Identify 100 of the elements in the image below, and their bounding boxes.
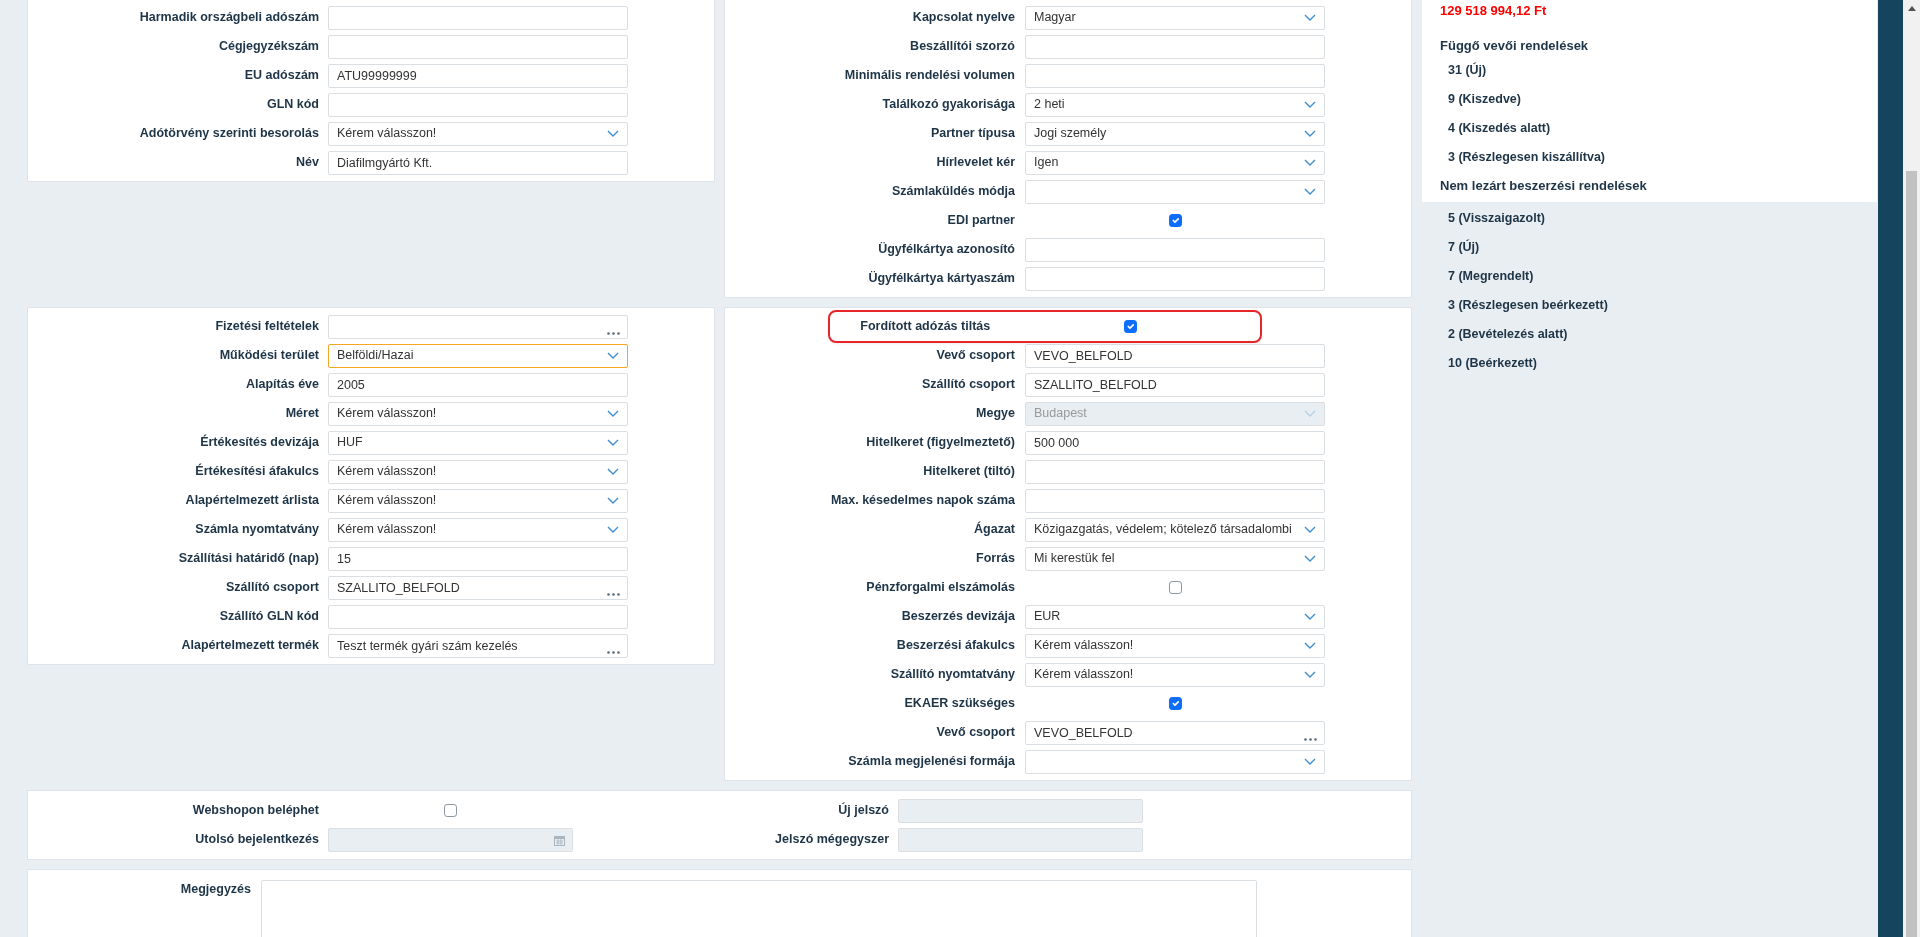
order-count-link[interactable]: 4 (Kiszedés alatt)	[1440, 116, 1877, 145]
field-label: Fordított adózás tiltás	[859, 318, 992, 336]
select-field[interactable]: Kérem válasszon!	[328, 517, 628, 542]
text-field[interactable]	[1025, 459, 1325, 484]
chevron-icon	[607, 130, 619, 137]
text-field[interactable]: Diafilmgyártó Kft.	[328, 150, 628, 175]
text-field[interactable]: ATU99999999	[328, 63, 628, 88]
order-count-link[interactable]: 10 (Beérkezett)	[1440, 351, 1878, 380]
balance-amount: 129 518 994,12 Ft	[1440, 2, 1548, 20]
select-field[interactable]: Jogi személy	[1025, 121, 1325, 146]
select-field[interactable]: Kérem válasszon!	[328, 401, 628, 426]
select-field[interactable]: Kérem válasszon!	[1025, 633, 1325, 658]
chevron-icon	[1304, 526, 1316, 533]
scroll-up-icon[interactable]	[1907, 6, 1916, 11]
lookup-field[interactable]: VEVO_BELFOLD	[1025, 720, 1325, 745]
field-label: Utolsó bejelentkezés	[194, 831, 320, 849]
field-label: Pénzforgalmi elszámolás	[865, 579, 1016, 597]
text-field[interactable]	[1025, 266, 1325, 291]
chevron-icon	[1304, 14, 1316, 21]
text-field[interactable]	[1025, 34, 1325, 59]
checkbox[interactable]	[1168, 581, 1182, 594]
lookup-field[interactable]	[328, 314, 628, 339]
field-label: Beszerzés devizája	[900, 608, 1016, 626]
group-title: Függő vevői rendelések	[1440, 37, 1590, 55]
checkbox[interactable]	[1168, 697, 1182, 710]
select-field[interactable]: Közigazgatás, védelem; kötelező társadalombi	[1025, 517, 1325, 542]
scrollbar-thumb[interactable]	[1906, 171, 1917, 937]
field-label: Kapcsolat nyelve	[911, 9, 1016, 27]
field-label: Forrás	[975, 550, 1016, 568]
field-label: Alapértelmezett árlista	[184, 492, 320, 510]
order-count-link[interactable]: 31 (Új)	[1440, 58, 1877, 87]
select-field[interactable]: 2 heti	[1025, 92, 1325, 117]
text-field[interactable]	[328, 604, 628, 629]
more-icon[interactable]	[607, 592, 620, 596]
checkbox[interactable]	[444, 804, 457, 817]
field-label: Hitelkeret (figyelmeztető)	[865, 434, 1016, 452]
text-field[interactable]	[328, 34, 628, 59]
select-field[interactable]: Belföldi/Hazai	[328, 343, 628, 368]
text-field[interactable]	[1025, 488, 1325, 513]
select-field[interactable]	[1025, 179, 1325, 204]
field-label: Név	[295, 154, 320, 172]
field-label: Szállító nyomtatvány	[889, 666, 1016, 684]
select-field[interactable]: Kérem válasszon!	[328, 121, 628, 146]
more-icon[interactable]	[607, 331, 620, 335]
text-field[interactable]: 15	[328, 546, 628, 571]
select-field[interactable]	[1025, 749, 1325, 774]
chevron-icon	[607, 410, 619, 417]
chevron-icon	[1304, 101, 1316, 108]
text-field[interactable]: SZALLITO_BELFOLD	[1025, 372, 1325, 397]
field-label: Ügyfélkártya azonosító	[877, 241, 1016, 259]
chevron-icon	[1304, 130, 1316, 137]
text-field[interactable]: VEVO_BELFOLD	[1025, 343, 1325, 368]
order-count-link[interactable]: 3 (Részlegesen kiszállítva)	[1440, 145, 1877, 174]
order-count-link[interactable]: 2 (Bevételezés alatt)	[1440, 322, 1878, 351]
field-label: Számla nyomtatvány	[194, 521, 320, 539]
calendar-icon[interactable]	[554, 834, 565, 846]
order-count-link[interactable]: 7 (Új)	[1440, 235, 1878, 264]
text-field[interactable]: 500 000	[1025, 430, 1325, 455]
text-field[interactable]	[328, 92, 628, 117]
order-count-link[interactable]: 7 (Megrendelt)	[1440, 264, 1878, 293]
more-icon[interactable]	[1304, 737, 1317, 741]
field-label: Cégjegyzékszám	[217, 38, 320, 56]
field-label: Számla megjelenési formája	[847, 753, 1016, 771]
chevron-icon	[1304, 410, 1316, 417]
select-field[interactable]: Igen	[1025, 150, 1325, 175]
chevron-icon	[607, 526, 619, 533]
field-label: Méret	[284, 405, 320, 423]
lookup-field[interactable]: SZALLITO_BELFOLD	[328, 575, 628, 600]
order-count-link[interactable]: 3 (Részlegesen beérkezett)	[1440, 293, 1878, 322]
checkbox[interactable]	[1123, 320, 1137, 333]
field-label: Beszállítói szorzó	[909, 38, 1016, 56]
textarea-field[interactable]	[261, 880, 1257, 937]
field-label: GLN kód	[265, 96, 320, 114]
select-field[interactable]: EUR	[1025, 604, 1325, 629]
lookup-field[interactable]: Teszt termék gyári szám kezelés	[328, 633, 628, 658]
select-field[interactable]: Kérem válasszon!	[1025, 662, 1325, 687]
chevron-icon	[607, 468, 619, 475]
order-count-link[interactable]: 5 (Visszaigazolt)	[1440, 206, 1878, 235]
scrollbar[interactable]	[1903, 0, 1920, 937]
checkbox[interactable]	[1168, 214, 1182, 227]
field-label: Adótörvény szerinti besorolás	[138, 125, 320, 143]
text-field[interactable]	[1025, 237, 1325, 262]
chevron-icon	[607, 497, 619, 504]
text-field[interactable]	[328, 5, 628, 30]
select-field[interactable]: Magyar	[1025, 5, 1325, 30]
chevron-icon	[607, 439, 619, 446]
field-label: Szállító GLN kód	[218, 608, 320, 626]
more-icon[interactable]	[607, 650, 620, 654]
select-field[interactable]: Mi kerestük fel	[1025, 546, 1325, 571]
field-label: Harmadik országbeli adószám	[138, 9, 320, 27]
field-label: Beszerzési áfakulcs	[895, 637, 1016, 655]
select-field[interactable]: Kérem válasszon!	[328, 459, 628, 484]
field-label: Jelszó mégegyszer	[774, 831, 890, 849]
text-field[interactable]	[1025, 63, 1325, 88]
select-field[interactable]: HUF	[328, 430, 628, 455]
field-label: Szállítási határidő (nap)	[177, 550, 320, 568]
chevron-icon	[1304, 159, 1316, 166]
text-field[interactable]: 2005	[328, 372, 628, 397]
select-field[interactable]: Kérem válasszon!	[328, 488, 628, 513]
order-count-link[interactable]: 9 (Kiszedve)	[1440, 87, 1877, 116]
